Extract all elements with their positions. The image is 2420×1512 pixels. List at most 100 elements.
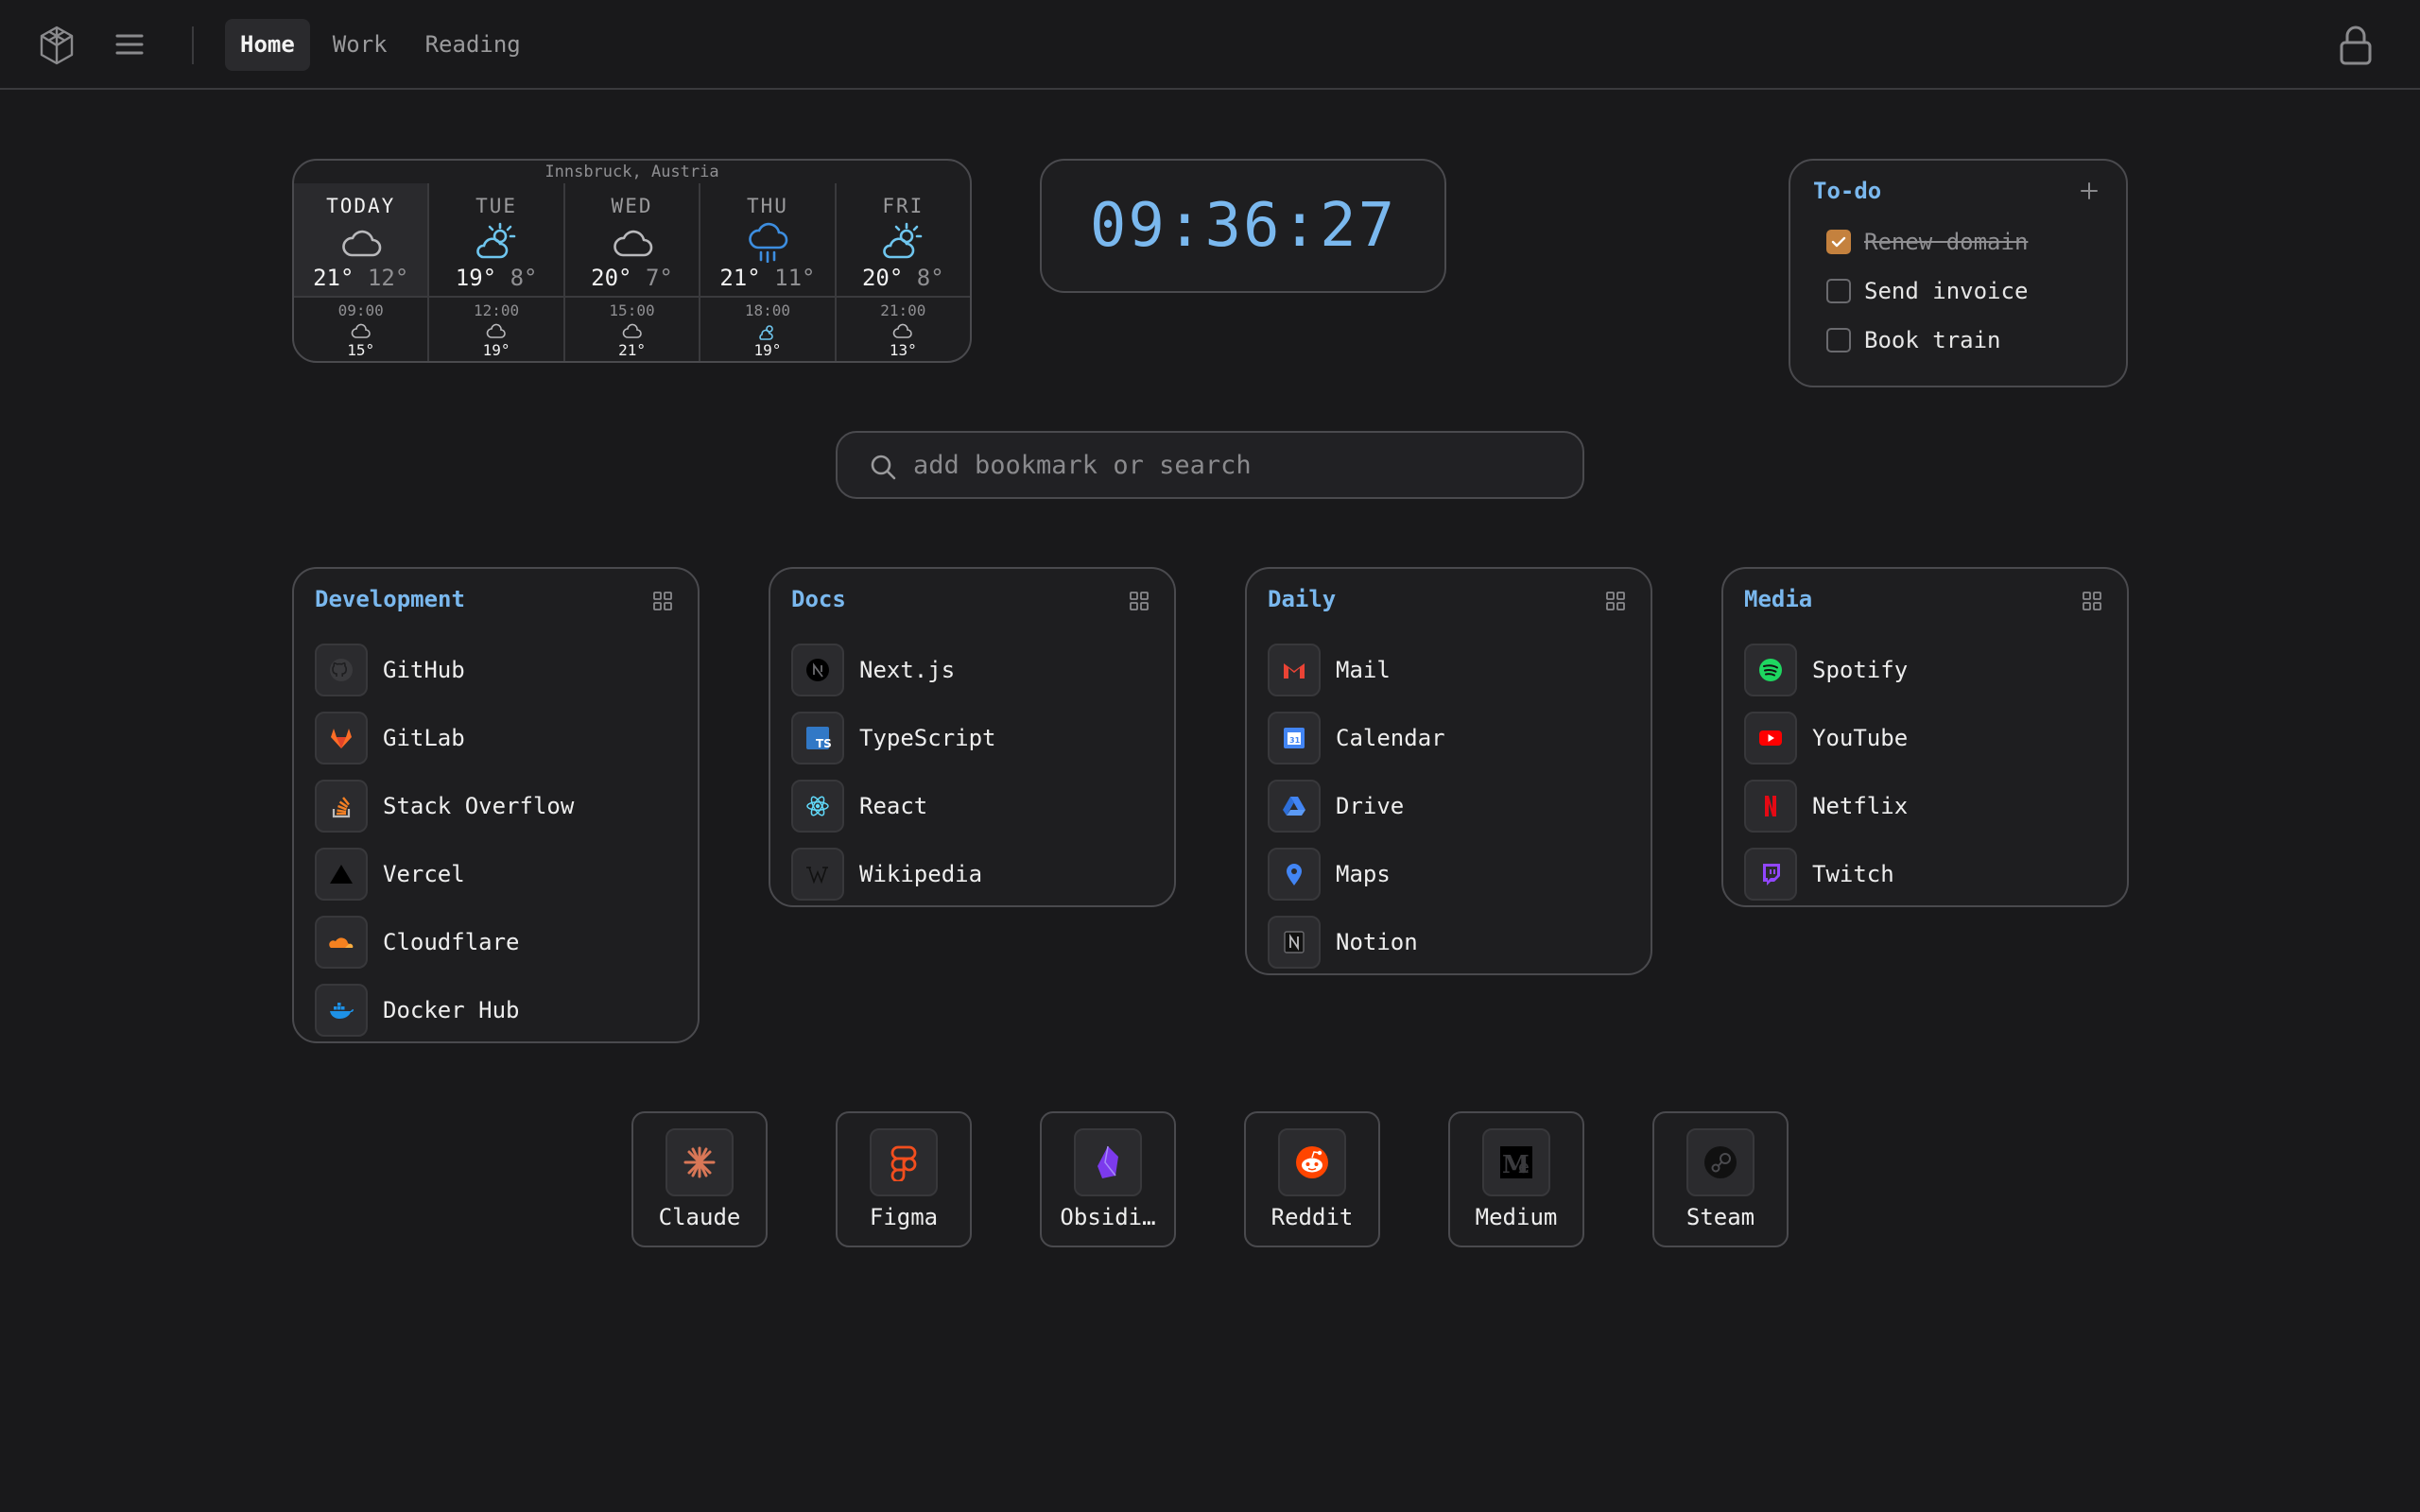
todo-title: To-do bbox=[1813, 178, 1882, 204]
weather-hour: 21:00 13° bbox=[837, 298, 970, 361]
bookmark-stack-overflow[interactable]: Stack Overflow bbox=[315, 779, 574, 833]
plus-icon[interactable] bbox=[2078, 180, 2100, 202]
bookmark-label: TypeScript bbox=[859, 725, 996, 751]
checkbox-checked[interactable] bbox=[1826, 230, 1851, 254]
todo-label: Send invoice bbox=[1864, 278, 2029, 304]
lock-icon[interactable] bbox=[2337, 25, 2375, 66]
stackoverflow-icon bbox=[315, 780, 368, 833]
cloud-icon bbox=[486, 323, 506, 338]
svg-text:TS: TS bbox=[816, 737, 832, 750]
weather-day: FRI 20° 8° bbox=[837, 183, 970, 296]
youtube-icon bbox=[1744, 712, 1797, 765]
todo-item[interactable]: Book train bbox=[1826, 327, 2001, 353]
hour-temp: 19° bbox=[482, 341, 510, 359]
bookmark-spotify[interactable]: Spotify bbox=[1744, 643, 1908, 697]
search-bar bbox=[836, 431, 1584, 499]
reddit-icon bbox=[1278, 1128, 1346, 1196]
bookmark-label: GitLab bbox=[383, 725, 465, 751]
tile-medium[interactable]: Me Medium bbox=[1448, 1111, 1584, 1247]
bookmark-label: React bbox=[859, 793, 928, 819]
bookmark-docker-hub[interactable]: Docker Hub bbox=[315, 983, 520, 1038]
temp-low: 12° bbox=[367, 265, 409, 291]
docker-icon bbox=[315, 984, 368, 1037]
page-tabs: Home Work Reading bbox=[225, 19, 536, 71]
grid-icon[interactable] bbox=[1128, 590, 1150, 612]
cloud-icon bbox=[893, 323, 913, 338]
bookmark-drive[interactable]: Drive bbox=[1268, 779, 1404, 833]
bookmark-react[interactable]: React bbox=[791, 779, 927, 833]
bookmark-vercel[interactable]: Vercel bbox=[315, 847, 465, 902]
bookmark-nextjs[interactable]: Next.js bbox=[791, 643, 955, 697]
search-input[interactable] bbox=[913, 444, 1556, 486]
bookmark-notion[interactable]: Notion bbox=[1268, 915, 1418, 970]
weather-hour: 12:00 19° bbox=[429, 298, 565, 361]
weather-day: TUE 19° 8° bbox=[429, 183, 565, 296]
gitlab-icon bbox=[315, 712, 368, 765]
hamburger-menu-icon[interactable] bbox=[113, 28, 146, 60]
weather-forecast-hours: 09:00 15° 12:00 19° 15:00 21° 18:00 19° … bbox=[294, 298, 970, 361]
bookmark-label: GitHub bbox=[383, 657, 465, 683]
bookmark-label: Spotify bbox=[1812, 657, 1909, 683]
temp-low: 8° bbox=[510, 265, 538, 291]
tile-reddit[interactable]: Reddit bbox=[1244, 1111, 1380, 1247]
bookmark-cloudflare[interactable]: Cloudflare bbox=[315, 915, 520, 970]
grid-icon[interactable] bbox=[2081, 590, 2103, 612]
day-name: WED bbox=[611, 195, 653, 217]
tile-steam[interactable]: Steam bbox=[1652, 1111, 1789, 1247]
bookmark-maps[interactable]: Maps bbox=[1268, 847, 1391, 902]
weather-hour: 18:00 19° bbox=[700, 298, 837, 361]
weather-forecast-days: TODAY 21° 12° TUE 19° 8° WED 20° 7° THU … bbox=[294, 183, 970, 298]
bookmark-twitch[interactable]: Twitch bbox=[1744, 847, 1894, 902]
tile-label: Steam bbox=[1685, 1204, 1755, 1230]
tile-claude[interactable]: Claude bbox=[631, 1111, 768, 1247]
cloud-icon bbox=[613, 230, 652, 257]
temp-low: 11° bbox=[774, 265, 816, 291]
temp-high: 20° bbox=[861, 265, 904, 291]
bookmark-netflix[interactable]: Netflix bbox=[1744, 779, 1908, 833]
bookmark-gitlab[interactable]: GitLab bbox=[315, 711, 465, 765]
bookmark-mail[interactable]: Mail bbox=[1268, 643, 1391, 697]
gmail-icon bbox=[1268, 644, 1321, 696]
tab-home[interactable]: Home bbox=[225, 19, 310, 71]
weather-hour: 09:00 15° bbox=[294, 298, 430, 361]
checkbox[interactable] bbox=[1826, 328, 1851, 352]
cube-logo-icon[interactable] bbox=[38, 25, 76, 66]
grid-icon[interactable] bbox=[651, 590, 674, 612]
bookmark-label: Mail bbox=[1336, 657, 1391, 683]
todo-item[interactable]: Renew domain bbox=[1826, 229, 2028, 255]
check-icon bbox=[1831, 236, 1846, 248]
bookmark-typescript[interactable]: TS TypeScript bbox=[791, 711, 996, 765]
cloud-icon bbox=[341, 230, 381, 257]
hour-temp: 13° bbox=[889, 341, 917, 359]
tab-work[interactable]: Work bbox=[318, 19, 403, 71]
bookmark-label: Maps bbox=[1336, 861, 1391, 887]
rain-icon bbox=[749, 222, 788, 263]
day-name: TUE bbox=[475, 195, 518, 217]
divider bbox=[192, 26, 194, 64]
bookmark-calendar[interactable]: 31 Calendar bbox=[1268, 711, 1445, 765]
bookmark-github[interactable]: GitHub bbox=[315, 643, 465, 697]
hour-time: 18:00 bbox=[744, 301, 790, 319]
grid-icon[interactable] bbox=[1604, 590, 1627, 612]
tile-figma[interactable]: Figma bbox=[836, 1111, 972, 1247]
partly-sunny-icon bbox=[883, 222, 923, 259]
tile-label: Reddit bbox=[1270, 1204, 1354, 1230]
hour-temp: 15° bbox=[347, 341, 375, 359]
todo-label: Renew domain bbox=[1864, 229, 2029, 255]
tile-label: Claude bbox=[658, 1204, 741, 1230]
bookmark-group-media: Media Spotify YouTube Netflix Twitch bbox=[1721, 567, 2129, 907]
checkbox[interactable] bbox=[1826, 279, 1851, 303]
tile-obsidian[interactable]: Obsidi… bbox=[1040, 1111, 1176, 1247]
bookmark-youtube[interactable]: YouTube bbox=[1744, 711, 1908, 765]
medium-icon: Me bbox=[1482, 1128, 1550, 1196]
tab-reading[interactable]: Reading bbox=[410, 19, 536, 71]
netflix-icon bbox=[1744, 780, 1797, 833]
search-icon bbox=[871, 455, 896, 480]
bookmark-wikipedia[interactable]: Wikipedia bbox=[791, 847, 982, 902]
bookmark-label: Drive bbox=[1336, 793, 1405, 819]
tile-label: Figma bbox=[869, 1204, 939, 1230]
hour-time: 21:00 bbox=[880, 301, 926, 319]
bookmark-label: Wikipedia bbox=[859, 861, 983, 887]
todo-item[interactable]: Send invoice bbox=[1826, 278, 2028, 304]
bookmark-label: Vercel bbox=[383, 861, 465, 887]
